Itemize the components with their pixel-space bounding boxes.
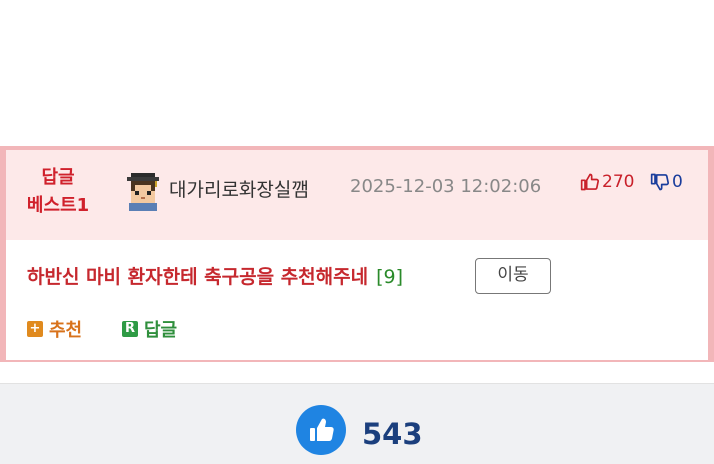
upvote-button[interactable]: 270 [580, 172, 634, 192]
downvote-button[interactable]: 0 [650, 172, 683, 192]
best-badge-line1: 답글 [41, 167, 75, 188]
upvote-count: 270 [602, 172, 635, 192]
card-header: 답글 베스트1 대가리로화장실깸 2025-12-03 12:02:06 270… [6, 150, 708, 240]
move-button[interactable]: 이동 [475, 258, 551, 294]
like-count: 543 [362, 417, 423, 451]
reply-r-icon: R [122, 321, 138, 337]
best-reply-card: 답글 베스트1 대가리로화장실깸 2025-12-03 12:02:06 270… [0, 146, 714, 362]
reply-label: 답글 [144, 320, 178, 341]
author-name[interactable]: 대가리로화장실깸 [169, 175, 309, 202]
recommend-button[interactable]: + 추천 [27, 316, 82, 342]
reply-button[interactable]: R 답글 [122, 316, 177, 342]
post-title-link[interactable]: 하반신 마비 환자한테 축구공을 추천해주네 [9] [27, 262, 403, 289]
plus-icon: + [27, 321, 43, 337]
recommend-label: 추천 [49, 320, 83, 341]
downvote-count: 0 [672, 172, 683, 192]
pixel-avatar-icon[interactable] [123, 171, 163, 211]
top-blank-area [0, 0, 714, 146]
like-footer-bar: 543 [0, 383, 714, 464]
best-badge-line2: 베스트1 [26, 195, 90, 216]
post-title-text[interactable]: 하반신 마비 환자한테 축구공을 추천해주네 [27, 266, 368, 288]
thumbs-up-icon [580, 173, 600, 191]
thumbs-up-icon [310, 418, 334, 441]
post-timestamp: 2025-12-03 12:02:06 [350, 176, 542, 197]
comment-count[interactable]: [9] [376, 266, 403, 288]
thumbs-down-icon [650, 173, 670, 191]
like-button[interactable] [296, 405, 346, 455]
card-body: 답글 베스트1 대가리로화장실깸 2025-12-03 12:02:06 270… [6, 150, 708, 360]
best-reply-badge: 답글 베스트1 [26, 164, 90, 220]
